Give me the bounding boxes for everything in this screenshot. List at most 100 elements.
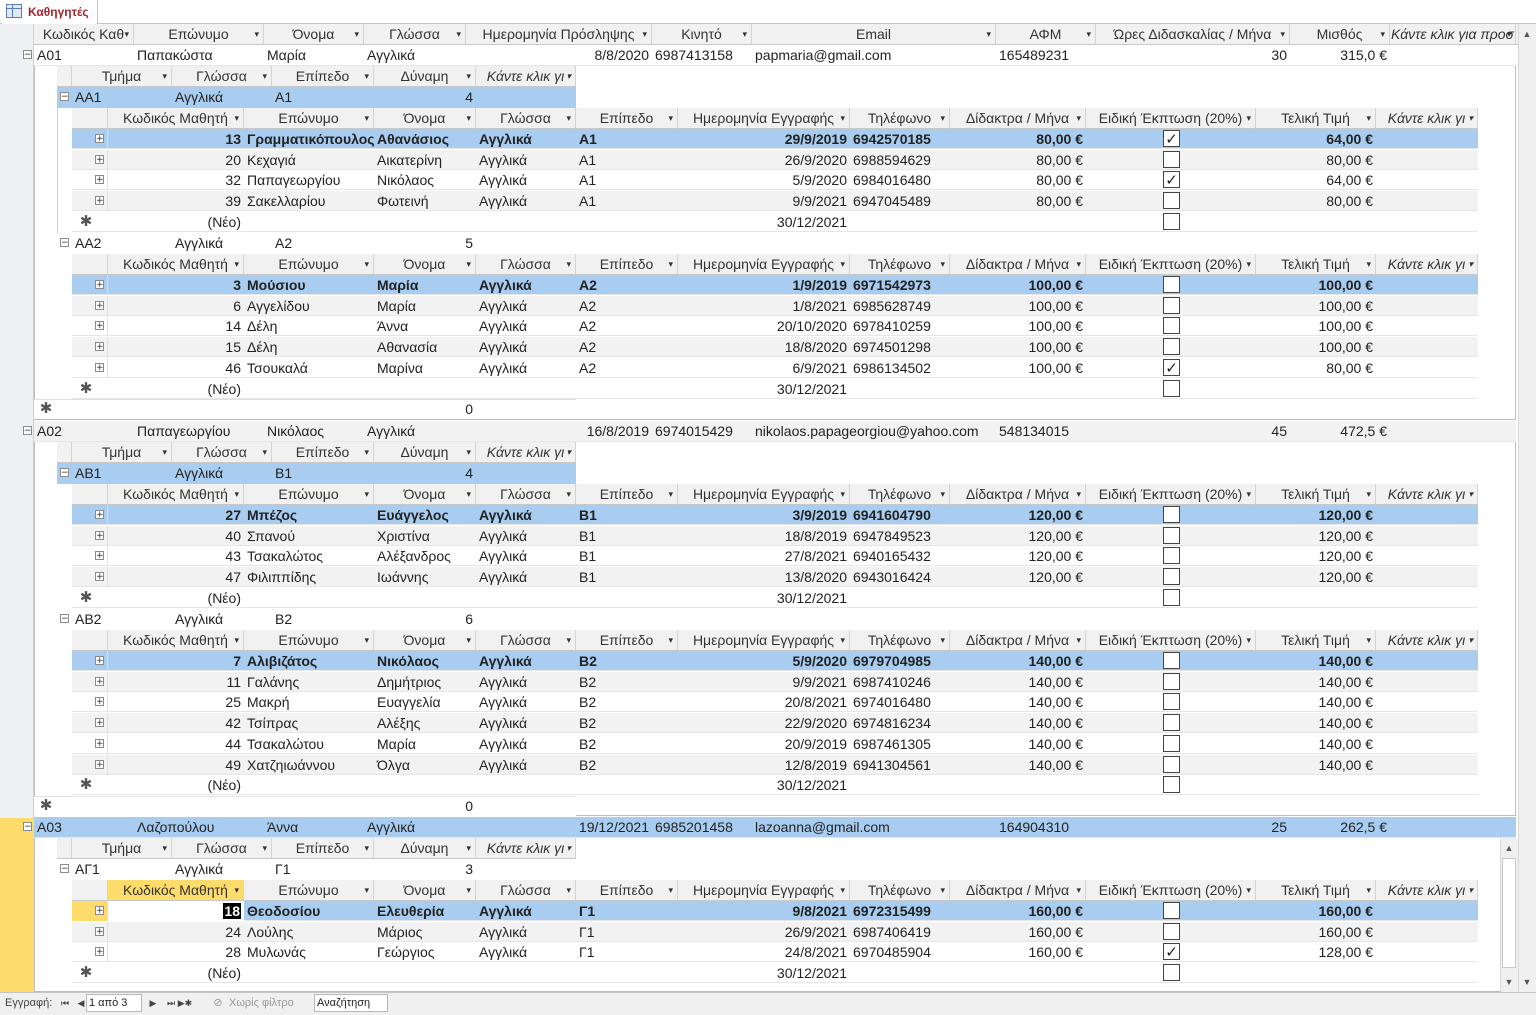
expand-plus-icon[interactable]: + <box>95 175 104 185</box>
col-student-phone-header[interactable]: Τηλέφωνο ▾ <box>850 484 950 505</box>
chevron-down-icon[interactable]: ▾ <box>1076 880 1081 900</box>
chevron-down-icon[interactable]: ▾ <box>354 24 359 44</box>
col-section-header[interactable]: Τμήμα ▾ <box>72 66 172 87</box>
student-phone-cell[interactable]: 6978410259 <box>850 316 950 336</box>
student-lang-cell[interactable]: Αγγλικά <box>476 546 576 566</box>
student-date-cell[interactable]: 22/9/2020 <box>678 713 850 733</box>
student-id-cell[interactable]: 47 <box>108 567 244 587</box>
student-fee-cell[interactable]: 100,00 € <box>950 296 1086 316</box>
col-section-header[interactable]: Τμήμα ▾ <box>72 442 172 463</box>
student-final-cell[interactable]: 140,00 € <box>1256 672 1376 692</box>
scrollbar-thumb[interactable] <box>1502 858 1516 968</box>
col-section-language-header[interactable]: Γλώσσα ▾ <box>172 66 272 87</box>
new-section-row[interactable] <box>34 796 576 816</box>
student-date-cell[interactable]: 26/9/2020 <box>678 150 850 170</box>
chevron-down-icon[interactable]: ▾ <box>466 442 471 462</box>
collapse-minus-icon[interactable]: − <box>60 468 69 478</box>
student-date-cell[interactable]: 18/8/2020 <box>678 337 850 357</box>
chevron-down-icon[interactable]: ▾ <box>566 880 571 900</box>
col-student-level-header[interactable]: Επίπεδο ▾ <box>576 254 678 275</box>
student-level-cell[interactable]: Α2 <box>576 316 678 336</box>
col-student-fee-header[interactable]: Δίδακτρα / Μήνα ▾ <box>950 254 1086 275</box>
student-phone-cell[interactable]: 6985628749 <box>850 296 950 316</box>
student-id-cell[interactable]: 46 <box>108 358 244 378</box>
chevron-down-icon[interactable]: ▾ <box>1246 484 1251 504</box>
chevron-down-icon[interactable]: ▾ <box>566 484 571 504</box>
student-first-cell[interactable]: Μαρία <box>374 275 476 295</box>
student-phone-cell[interactable]: 6940165432 <box>850 546 950 566</box>
col-student-lastname-header[interactable]: Επώνυμο ▾ <box>244 108 374 129</box>
student-lang-cell[interactable]: Αγγλικά <box>476 734 576 754</box>
chevron-down-icon[interactable]: ▾ <box>668 108 673 128</box>
chevron-down-icon[interactable]: ▾ <box>566 108 571 128</box>
student-date-cell[interactable]: 20/8/2021 <box>678 692 850 712</box>
col-teacher-mobile-header[interactable]: Κινητό ▾ <box>652 24 752 45</box>
col-student-enroll-date-header[interactable]: Ημερομηνία Εγγραφής ▾ <box>678 254 850 275</box>
student-level-cell[interactable]: Β1 <box>576 567 678 587</box>
student-level-cell[interactable]: Α2 <box>576 337 678 357</box>
col-student-firstname-header[interactable]: Όνομα ▾ <box>374 108 476 129</box>
student-fee-cell[interactable]: 80,00 € <box>950 129 1086 149</box>
student-id-cell[interactable]: 11 <box>108 672 244 692</box>
chevron-down-icon[interactable]: ▾ <box>262 66 267 86</box>
col-section-size-header[interactable]: Δύναμη ▾ <box>374 838 476 859</box>
student-date-cell[interactable]: 1/9/2019 <box>678 275 850 295</box>
chevron-down-icon[interactable]: ▾ <box>1246 254 1251 274</box>
student-lang-cell[interactable]: Αγγλικά <box>476 942 576 962</box>
col-student-add-header[interactable]: Κάντε κλικ γι ▾ <box>1376 880 1478 901</box>
student-first-cell[interactable]: Ιωάννης <box>374 567 476 587</box>
student-fee-cell[interactable]: 140,00 € <box>950 713 1086 733</box>
col-section-add-header[interactable]: Κάντε κλικ γι ▾ <box>476 442 576 463</box>
col-student-fee-header[interactable]: Δίδακτρα / Μήνα ▾ <box>950 108 1086 129</box>
chevron-down-icon[interactable]: ▾ <box>234 630 239 650</box>
discount-checkbox[interactable] <box>1163 714 1180 732</box>
chevron-down-icon[interactable]: ▾ <box>566 838 571 858</box>
col-student-firstname-header[interactable]: Όνομα ▾ <box>374 630 476 651</box>
student-id-cell[interactable]: 32 <box>108 170 244 190</box>
discount-checkbox[interactable] <box>1163 276 1180 293</box>
student-first-cell[interactable]: Μαρία <box>374 734 476 754</box>
student-date-cell[interactable]: 5/9/2020 <box>678 651 850 671</box>
discount-checkbox[interactable] <box>1163 672 1180 690</box>
col-student-lastname-header[interactable]: Επώνυμο ▾ <box>244 880 374 901</box>
student-first-cell[interactable]: Μαρίνα <box>374 358 476 378</box>
student-last-cell[interactable]: Μούσιου <box>244 275 374 295</box>
chevron-down-icon[interactable]: ▾ <box>1366 630 1371 650</box>
col-student-enroll-date-header[interactable]: Ημερομηνία Εγγραφής ▾ <box>678 630 850 651</box>
col-student-id-header[interactable]: Κωδικός Μαθητή ▾ <box>108 880 244 901</box>
col-student-enroll-date-header[interactable]: Ημερομηνία Εγγραφής ▾ <box>678 484 850 505</box>
col-student-phone-header[interactable]: Τηλέφωνο ▾ <box>850 880 950 901</box>
student-fee-cell[interactable]: 140,00 € <box>950 692 1086 712</box>
chevron-down-icon[interactable]: ▾ <box>364 254 369 274</box>
student-level-cell[interactable]: Α1 <box>576 129 678 149</box>
expand-plus-icon[interactable]: + <box>95 759 104 769</box>
col-teacher-hire-date-header[interactable]: Ημερομηνία Πρόσληψης ▾ <box>466 24 652 45</box>
selected-value[interactable]: 18 <box>223 903 241 919</box>
col-student-lastname-header[interactable]: Επώνυμο ▾ <box>244 254 374 275</box>
student-first-cell[interactable]: Αικατερίνη <box>374 150 476 170</box>
student-date-cell[interactable]: 20/9/2019 <box>678 734 850 754</box>
chevron-down-icon[interactable]: ▾ <box>1246 630 1251 650</box>
student-lang-cell[interactable]: Αγγλικά <box>476 901 576 921</box>
student-first-cell[interactable]: Αλέξης <box>374 713 476 733</box>
chevron-down-icon[interactable]: ▾ <box>1076 108 1081 128</box>
chevron-down-icon[interactable]: ▾ <box>642 24 647 44</box>
col-student-final-price-header[interactable]: Τελική Τιμή ▾ <box>1256 254 1376 275</box>
chevron-down-icon[interactable]: ▾ <box>1468 880 1473 900</box>
discount-checkbox[interactable] <box>1163 212 1180 230</box>
student-phone-cell[interactable]: 6979704985 <box>850 651 950 671</box>
student-date-cell[interactable]: 13/8/2020 <box>678 567 850 587</box>
student-fee-cell[interactable]: 160,00 € <box>950 901 1086 921</box>
chevron-down-icon[interactable]: ▾ <box>668 630 673 650</box>
student-lang-cell[interactable]: Αγγλικά <box>476 922 576 942</box>
col-student-add-header[interactable]: Κάντε κλικ γι ▾ <box>1376 108 1478 129</box>
student-lang-cell[interactable]: Αγγλικά <box>476 567 576 587</box>
student-level-cell[interactable]: Γ1 <box>576 942 678 962</box>
chevron-down-icon[interactable]: ▾ <box>1380 24 1385 44</box>
student-last-cell[interactable]: Τσακαλώτου <box>244 734 374 754</box>
discount-checkbox[interactable] <box>1163 755 1180 773</box>
collapse-minus-icon[interactable]: − <box>60 238 69 248</box>
discount-checkbox[interactable] <box>1163 506 1180 523</box>
student-final-cell[interactable]: 140,00 € <box>1256 651 1376 671</box>
student-first-cell[interactable]: Ευάγγελος <box>374 505 476 525</box>
